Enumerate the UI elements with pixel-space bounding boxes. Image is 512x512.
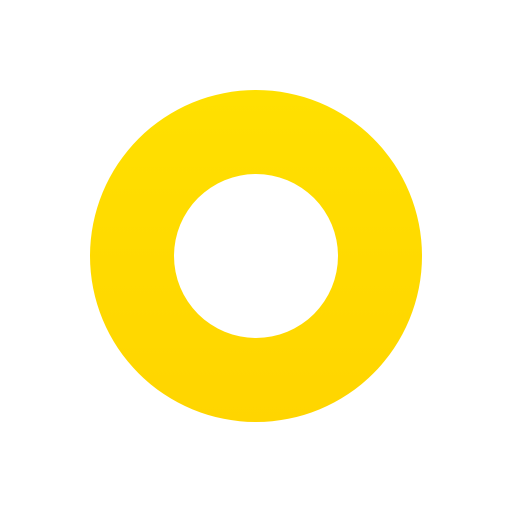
- ring-shape: [90, 90, 422, 422]
- yellow-ring-icon: [90, 90, 422, 422]
- logo-canvas: [0, 0, 512, 512]
